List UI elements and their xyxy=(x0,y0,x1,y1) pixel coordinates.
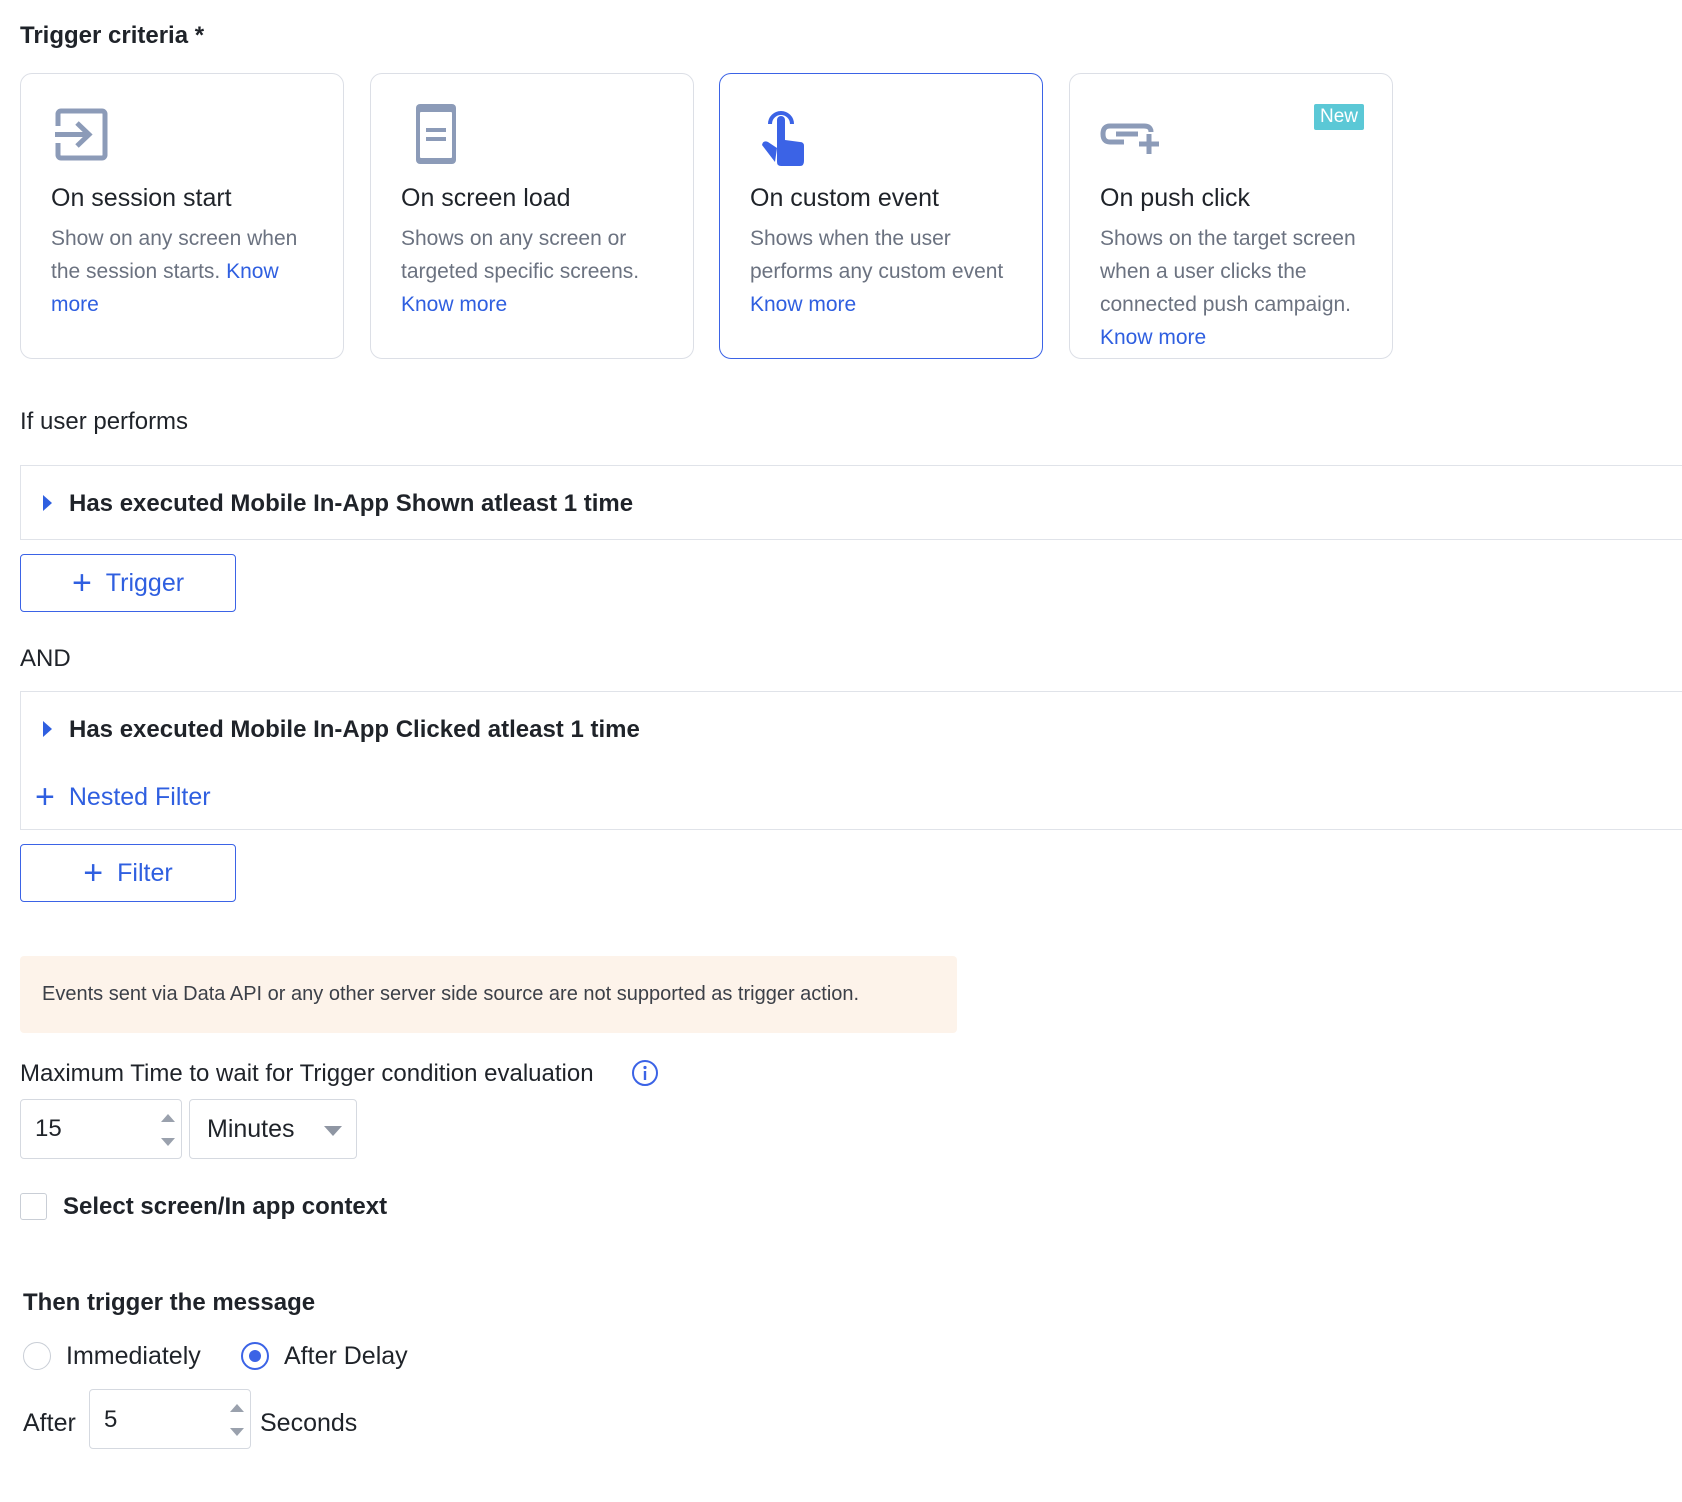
if-user-performs-label: If user performs xyxy=(20,408,189,435)
immediately-label[interactable]: Immediately xyxy=(66,1342,201,1371)
caret-right-icon[interactable] xyxy=(43,495,52,511)
radio-immediately[interactable] xyxy=(23,1342,51,1370)
card-on-session-start[interactable]: On session start Show on any screen when… xyxy=(20,73,344,359)
plus-icon: + xyxy=(83,854,104,892)
stepper-arrows-icon[interactable] xyxy=(161,1114,175,1146)
card-title: On push click xyxy=(1100,184,1251,212)
notice-text: Events sent via Data API or any other se… xyxy=(42,983,860,1005)
add-trigger-button[interactable]: + Trigger xyxy=(20,554,236,612)
card-on-push-click[interactable]: New On push click Shows on the target sc… xyxy=(1069,73,1393,359)
card-description: Shows on the target screen when a user c… xyxy=(1100,227,1356,349)
max-wait-label: Maximum Time to wait for Trigger conditi… xyxy=(20,1060,594,1087)
delay-unit-label: Seconds xyxy=(260,1409,358,1437)
chevron-down-icon xyxy=(324,1126,342,1136)
know-more-link[interactable]: Know more xyxy=(1100,326,1206,349)
card-title: On session start xyxy=(51,184,232,212)
new-badge: New xyxy=(1313,104,1364,130)
nested-filter-button[interactable]: + Nested Filter xyxy=(35,780,211,814)
radio-after-delay[interactable] xyxy=(241,1342,269,1370)
know-more-link[interactable]: Know more xyxy=(401,293,507,316)
max-wait-unit: Minutes xyxy=(207,1115,295,1143)
trigger-criteria-title: Trigger criteria * xyxy=(20,22,205,49)
and-label: AND xyxy=(20,645,71,672)
max-wait-value: 15 xyxy=(35,1115,62,1142)
session-enter-icon xyxy=(51,108,108,161)
nested-filter-label: Nested Filter xyxy=(68,782,211,811)
card-title: On custom event xyxy=(750,184,939,212)
after-label: After xyxy=(23,1409,76,1437)
caret-right-icon[interactable] xyxy=(43,721,52,737)
card-on-screen-load[interactable]: On screen load Shows on any screen or ta… xyxy=(370,73,694,359)
card-description: Shows on any screen or targeted specific… xyxy=(401,227,640,316)
card-title: On screen load xyxy=(401,184,571,212)
then-trigger-title: Then trigger the message xyxy=(23,1289,316,1316)
screen-context-label[interactable]: Select screen/In app context xyxy=(63,1193,387,1221)
card-description: Show on any screen when the session star… xyxy=(51,227,298,316)
delay-value-stepper[interactable]: 5 xyxy=(89,1389,251,1449)
plus-icon: + xyxy=(35,778,55,816)
trigger-filter-text[interactable]: Has executed Mobile In-App Shown atleast… xyxy=(69,490,633,518)
after-delay-label[interactable]: After Delay xyxy=(284,1342,408,1371)
and-filter-text[interactable]: Has executed Mobile In-App Clicked atlea… xyxy=(69,716,640,744)
plus-icon: + xyxy=(71,564,92,602)
push-link-icon xyxy=(1100,123,1159,154)
info-icon[interactable] xyxy=(631,1059,659,1087)
and-filter-group: Has executed Mobile In-App Clicked atlea… xyxy=(20,691,1682,830)
screen-context-checkbox[interactable] xyxy=(20,1193,47,1220)
max-wait-value-stepper[interactable]: 15 xyxy=(20,1099,182,1159)
delay-value: 5 xyxy=(104,1406,118,1433)
know-more-link[interactable]: Know more xyxy=(750,293,856,316)
add-filter-button[interactable]: + Filter xyxy=(20,844,236,902)
server-events-notice: Events sent via Data API or any other se… xyxy=(20,956,957,1033)
max-wait-unit-select[interactable]: Minutes xyxy=(189,1099,357,1159)
add-trigger-label: Trigger xyxy=(105,568,185,597)
screen-page-icon xyxy=(416,104,456,164)
stepper-arrows-icon[interactable] xyxy=(230,1404,244,1436)
trigger-filter-row: Has executed Mobile In-App Shown atleast… xyxy=(20,465,1682,540)
tap-hand-icon xyxy=(762,111,804,166)
card-description: Shows when the user performs any custom … xyxy=(750,227,1004,316)
card-on-custom-event[interactable]: On custom event Shows when the user perf… xyxy=(719,73,1043,359)
add-filter-label: Filter xyxy=(117,858,173,887)
